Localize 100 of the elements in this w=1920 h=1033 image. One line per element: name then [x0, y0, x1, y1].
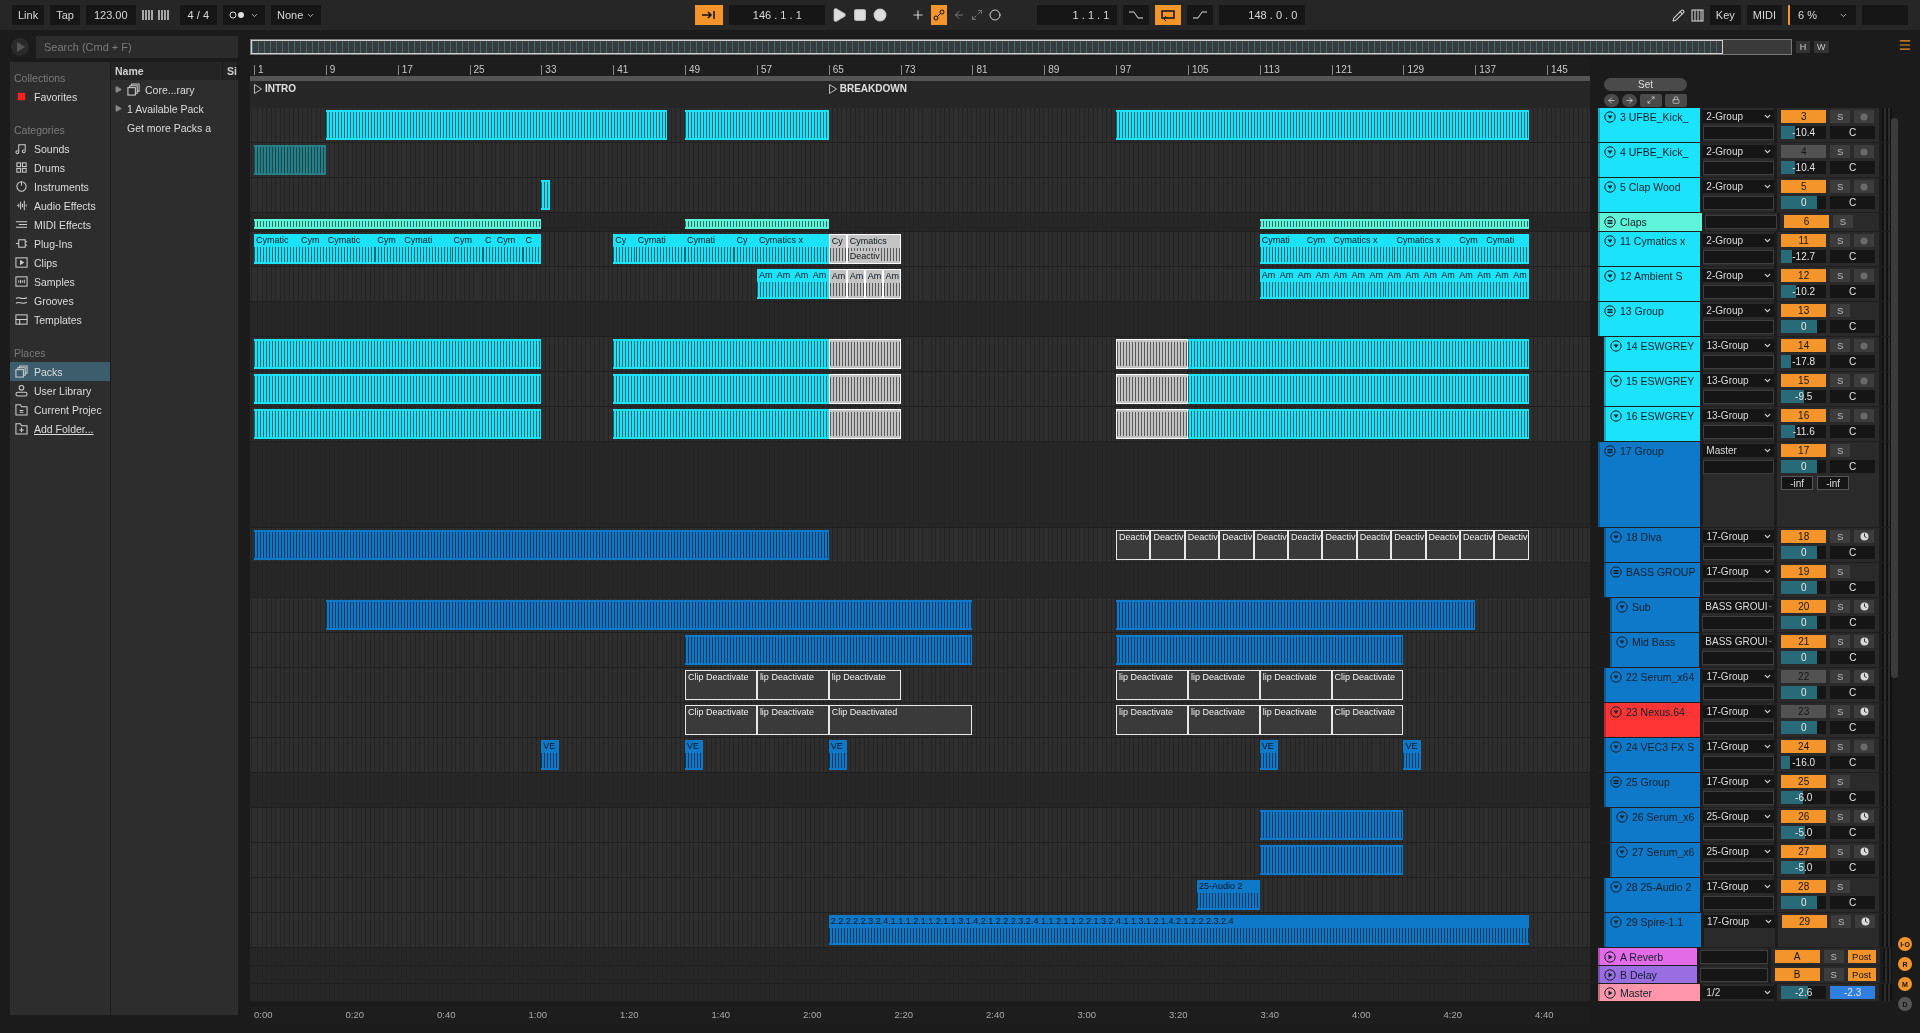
output-dropdown[interactable]: 1/2 — [1703, 986, 1775, 999]
deactivated-clip[interactable]: Deactiv — [1150, 530, 1185, 560]
clip[interactable] — [1116, 635, 1404, 665]
clip[interactable]: 2.2.2.2.2.3.2.4.1.1.1.2.1.1.2.1.1.3.1.4.2.1.2.2.2.3.2.4.1.1.2.1.1.2.2.1.3.2.4.1.1.3.1.2.1.4.2.1.2.2.2.3.2.4 — [828, 915, 1530, 945]
output-dropdown[interactable]: Master — [1703, 444, 1775, 457]
pan-field[interactable]: C — [1830, 355, 1876, 368]
pan-field[interactable]: C — [1830, 425, 1876, 438]
volume-field[interactable]: 0 — [1781, 320, 1827, 333]
clip[interactable] — [254, 530, 829, 560]
clip[interactable] — [828, 374, 901, 404]
output-dropdown[interactable]: 17-Group — [1703, 775, 1775, 788]
sidebar-item[interactable]: Clips — [10, 253, 110, 272]
pan-field[interactable]: C — [1830, 126, 1876, 139]
track-activator[interactable]: 11 — [1781, 234, 1827, 247]
follow-button[interactable] — [695, 5, 724, 25]
clip[interactable] — [1187, 409, 1530, 439]
deactivated-clip[interactable]: Clip Deactivate — [685, 670, 757, 700]
routing-field[interactable] — [1705, 215, 1777, 229]
routing-field[interactable] — [1703, 546, 1775, 560]
clip[interactable]: Cym — [1304, 234, 1332, 264]
track-activator[interactable]: 26 — [1781, 810, 1827, 823]
clip[interactable]: VE — [541, 740, 560, 770]
circle-icon[interactable] — [989, 9, 1002, 21]
output-dropdown[interactable]: 13-Group — [1703, 409, 1775, 422]
pan-field[interactable]: C — [1830, 161, 1876, 174]
midi-map-button[interactable]: MIDI — [1746, 5, 1782, 25]
track-name-cell[interactable]: 3 UFBE_Kick_ — [1598, 108, 1701, 142]
arm-button[interactable] — [1854, 600, 1875, 613]
track-name-cell[interactable]: Claps — [1598, 213, 1702, 231]
routing-field[interactable] — [1703, 425, 1775, 439]
keyboard-button[interactable] — [1690, 8, 1704, 22]
arm-button[interactable] — [1854, 670, 1875, 683]
output-dropdown[interactable]: 17-Group — [1703, 880, 1775, 893]
stop-icon[interactable] — [853, 8, 868, 22]
track-activator[interactable]: 5 — [1781, 180, 1827, 193]
clip[interactable]: 25-Audio 2 — [1196, 880, 1260, 910]
set-button[interactable]: Set — [1604, 77, 1687, 91]
pencil-icon[interactable] — [1671, 8, 1685, 22]
volume-field[interactable]: 0 — [1781, 721, 1827, 734]
track-name-cell[interactable]: 12 Ambient S — [1598, 267, 1701, 301]
scrollbar-thumb[interactable] — [1891, 118, 1898, 678]
solo-button[interactable]: S — [1830, 845, 1851, 858]
solo-button[interactable]: S — [1830, 880, 1851, 893]
output-dropdown[interactable]: 13-Group — [1703, 374, 1775, 387]
solo-button[interactable]: S — [1830, 180, 1851, 193]
play-icon[interactable] — [831, 7, 848, 23]
volume-field[interactable]: 0 — [1781, 896, 1827, 909]
solo-button[interactable]: S — [1830, 110, 1851, 123]
overview-window[interactable] — [251, 40, 1723, 54]
output-dropdown[interactable]: 17-Group — [1703, 915, 1776, 928]
clip[interactable] — [254, 145, 326, 175]
output-dropdown[interactable]: 2-Group — [1703, 234, 1775, 247]
volume-field[interactable]: -12.7 — [1781, 250, 1827, 263]
track-activator[interactable]: 28 — [1781, 880, 1827, 893]
clip[interactable] — [613, 339, 829, 369]
clip[interactable]: VE — [1403, 740, 1422, 770]
clip[interactable] — [613, 374, 829, 404]
routing-field[interactable] — [1703, 581, 1775, 595]
solo-button[interactable]: S — [1823, 968, 1844, 981]
deactivated-clip[interactable]: lip Deactivate — [1187, 670, 1260, 700]
clip[interactable]: Cym — [375, 234, 403, 264]
output-dropdown[interactable]: 25-Group — [1703, 810, 1775, 823]
post-button[interactable]: Post — [1847, 950, 1876, 963]
pan-field[interactable]: C — [1830, 861, 1876, 874]
deactivated-clip[interactable]: Clip Deactivate — [1331, 670, 1404, 700]
zoom-button[interactable]: H — [1796, 41, 1810, 53]
pan-field[interactable]: C — [1830, 250, 1876, 263]
sidebar-item[interactable]: MIDI Effects — [10, 215, 110, 234]
output-dropdown[interactable]: 2-Group — [1703, 110, 1775, 123]
track-activator[interactable]: 19 — [1781, 565, 1827, 578]
track-name-cell[interactable]: 23 Nexus.64 — [1604, 703, 1701, 737]
volume-field[interactable]: -16.0 — [1781, 756, 1827, 769]
track-name-cell[interactable]: 29 Spire-1.1 — [1604, 913, 1701, 947]
clip[interactable]: Cymatics x — [1331, 234, 1395, 264]
volume-field[interactable]: -2.6 — [1781, 986, 1827, 999]
clip[interactable]: Am — [1439, 269, 1458, 299]
sidebar-item[interactable]: Favorites — [10, 87, 110, 106]
loop-length-field[interactable]: 148 . 0 . 0 — [1219, 5, 1306, 25]
clip[interactable]: Cymati — [1259, 234, 1305, 264]
track-activator[interactable]: 27 — [1781, 845, 1827, 858]
solo-button[interactable]: S — [1830, 635, 1851, 648]
output-dropdown[interactable]: BASS GROUI — [1702, 635, 1775, 648]
clip[interactable] — [254, 339, 542, 369]
sidebar-item[interactable]: Audio Effects — [10, 196, 110, 215]
deactivated-clip[interactable]: lip Deactivate — [1187, 705, 1260, 735]
output-dropdown[interactable]: 13-Group — [1703, 339, 1775, 352]
clip[interactable] — [325, 110, 668, 140]
pan-field[interactable]: C — [1830, 196, 1876, 209]
track-name-cell[interactable]: Sub — [1610, 598, 1700, 632]
browser-item[interactable]: Get more Packs a — [111, 118, 238, 137]
pan-field[interactable]: C — [1830, 616, 1876, 629]
routing-field[interactable] — [1703, 861, 1775, 875]
volume-field[interactable]: -11.6 — [1781, 425, 1827, 438]
sidebar-item[interactable]: User Library — [10, 381, 110, 400]
track-activator[interactable]: 17 — [1781, 444, 1827, 457]
volume-field[interactable]: 0 — [1781, 616, 1827, 629]
group-fold-icon[interactable] — [1604, 305, 1616, 317]
deactivated-clip[interactable]: lip Deactivate — [828, 670, 901, 700]
solo-button[interactable]: S — [1830, 339, 1851, 352]
arm-button[interactable] — [1854, 845, 1875, 858]
